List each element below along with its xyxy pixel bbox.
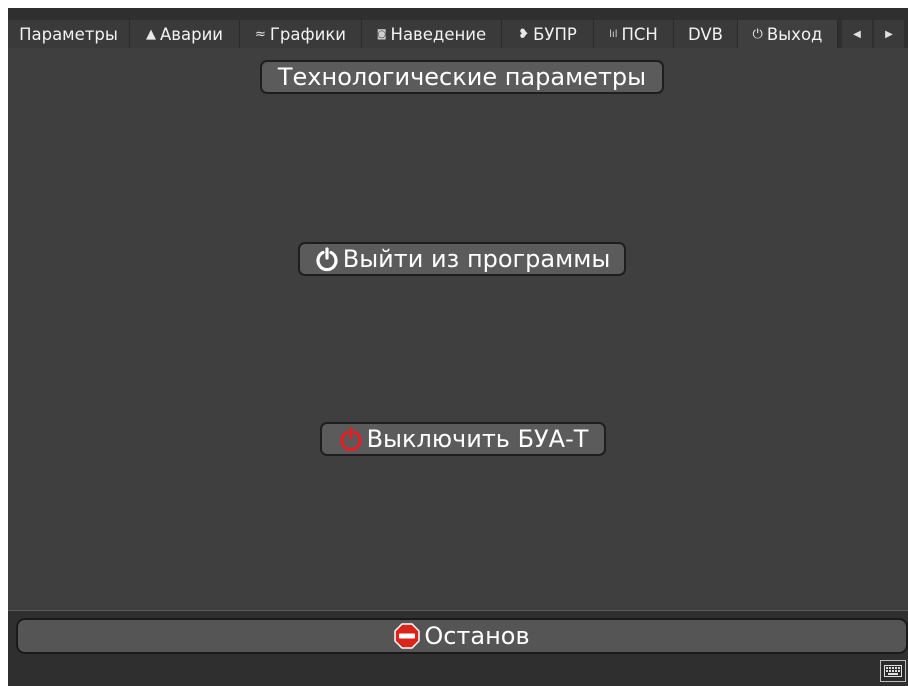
power-icon [316, 247, 338, 272]
exit-program-label: Выйти из программы [342, 245, 611, 273]
exit-program-button[interactable]: Выйти из программы [298, 242, 626, 276]
shutdown-bua-label: Выключить БУА-Т [366, 425, 589, 453]
chart-wave-icon: ≈ [254, 26, 266, 42]
tab-label: Аварии [159, 24, 224, 44]
stop-label: Останов [424, 622, 530, 650]
stop-button[interactable]: Останов [16, 618, 908, 654]
tab-bupr[interactable]: ❥ БУПР [502, 20, 594, 48]
tab-psn[interactable]: lıl ПСН [594, 20, 674, 48]
tech-params-label: Технологические параметры [277, 63, 647, 91]
target-icon: ◙ [376, 28, 387, 40]
tab-bar: Параметры ▲ Аварии ≈ Графики ◙ Наведение… [8, 8, 908, 48]
signal-bars-icon: lıl [609, 28, 618, 40]
power-icon [340, 427, 362, 452]
tab-label: ПСН [621, 24, 658, 44]
tab-label: БУПР [533, 24, 577, 44]
arrow-right-icon: ▶ [885, 28, 893, 40]
divider [8, 610, 908, 611]
tab-parametry[interactable]: Параметры [8, 20, 130, 48]
tab-grafiki[interactable]: ≈ Графики [240, 20, 362, 48]
tab-vykhod[interactable]: ⏻ Выход [738, 20, 838, 48]
warning-icon: ▲ [145, 26, 156, 42]
exit-tab-panel: Технологические параметры Выйти из прогр… [8, 48, 908, 610]
keyboard-icon [884, 665, 902, 677]
tab-label: Графики [269, 24, 347, 44]
keyboard-button[interactable] [880, 660, 906, 682]
tab-scroll-right-button[interactable]: ▶ [874, 20, 904, 48]
tab-avarii[interactable]: ▲ Аварии [130, 20, 240, 48]
tab-label: Наведение [390, 24, 487, 44]
power-icon: ⏻ [752, 26, 763, 42]
tab-navedenie[interactable]: ◙ Наведение [362, 20, 502, 48]
tab-dvb[interactable]: DVB [674, 20, 738, 48]
satellite-dish-icon: ❥ [518, 26, 530, 42]
tech-params-button[interactable]: Технологические параметры [260, 60, 664, 94]
tab-scroll-left-button[interactable]: ◀ [842, 20, 872, 48]
shutdown-bua-button[interactable]: Выключить БУА-Т [320, 422, 606, 456]
tab-label: DVB [687, 24, 724, 44]
app-window: Параметры ▲ Аварии ≈ Графики ◙ Наведение… [8, 8, 908, 686]
stop-sign-icon [394, 623, 421, 649]
arrow-left-icon: ◀ [853, 28, 861, 40]
tab-label: Параметры [19, 24, 118, 44]
tab-label: Выход [766, 24, 823, 44]
